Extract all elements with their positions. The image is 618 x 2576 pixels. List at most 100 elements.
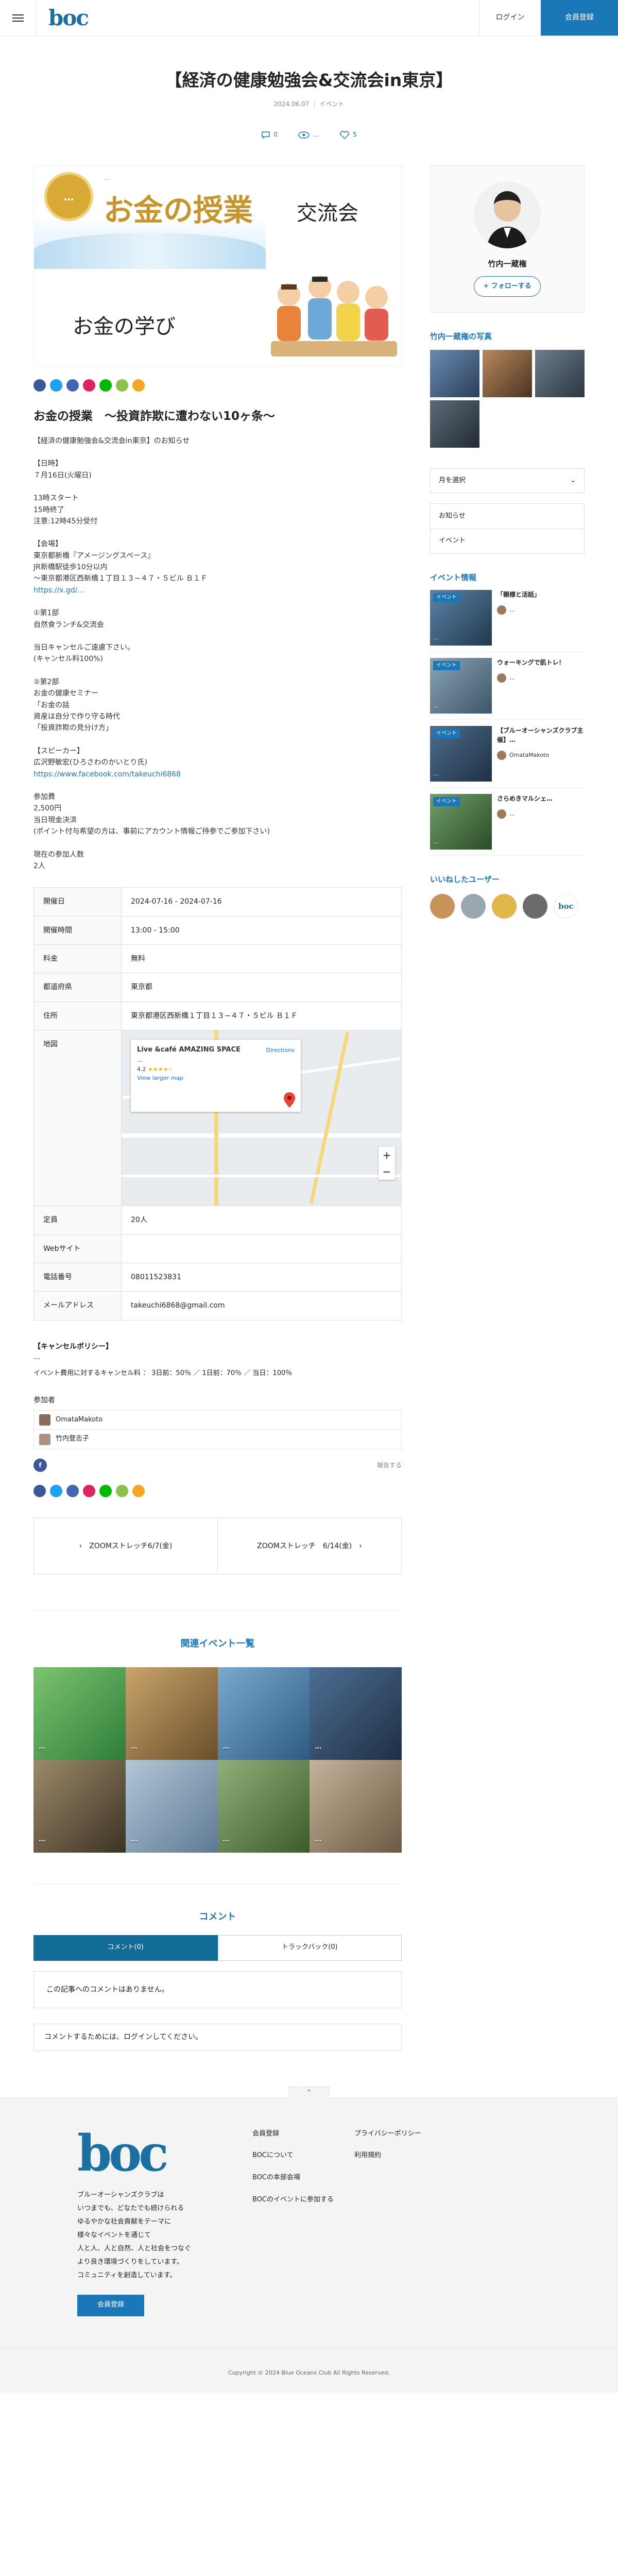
comments-login-note: コメントするためには、ログインしてください。: [33, 2024, 402, 2051]
avatar[interactable]: [430, 894, 455, 919]
hatena-share-icon[interactable]: [66, 1485, 79, 1498]
tab-comments[interactable]: コメント(0): [33, 1935, 218, 1961]
zoom-in-icon[interactable]: +: [379, 1147, 395, 1163]
avatar[interactable]: boc: [554, 894, 578, 919]
photo-thumb[interactable]: [535, 350, 585, 398]
page-meta: 2024.06.07 | イベント: [273, 100, 345, 108]
map-larger-link[interactable]: View larger map: [137, 1075, 183, 1081]
hero-main-text: お金の授業: [104, 193, 253, 228]
post-category[interactable]: イベント: [319, 100, 344, 108]
related-grid: … … … … … … … …: [33, 1667, 402, 1853]
tab-trackbacks[interactable]: トラックバック(0): [217, 1935, 402, 1961]
footer-link[interactable]: 会員登録: [252, 2129, 334, 2140]
footer-logo[interactable]: boc: [77, 2128, 232, 2178]
cancel-policy-fees: イベント費用に対するキャンセル料 ： 3日前：50％ ／ 1日前：70％ ／ 当…: [33, 1369, 293, 1377]
chevron-right-icon: ›: [359, 1541, 362, 1550]
category-item[interactable]: お知らせ: [431, 504, 584, 529]
avatar[interactable]: [492, 894, 517, 919]
avatar: [497, 605, 506, 615]
photo-thumb[interactable]: [483, 350, 532, 398]
participant-item[interactable]: OmataMakoto: [33, 1410, 402, 1430]
pocket-share-icon[interactable]: [83, 1485, 95, 1498]
feedly-share-icon[interactable]: [116, 1485, 128, 1498]
avatar[interactable]: [523, 894, 547, 919]
login-button[interactable]: ログイン: [479, 0, 541, 36]
like-count[interactable]: 5: [339, 130, 357, 140]
footer-register-button[interactable]: 会員登録: [77, 2294, 144, 2316]
footer-link[interactable]: プライバシーポリシー: [354, 2129, 421, 2140]
event-item[interactable]: イベント… 「親様と活話」…: [430, 590, 585, 652]
page-header: 【経済の健康勉強会&交流会in東京】 2024.06.07 | イベント 0 … 5: [0, 36, 618, 155]
comment-count[interactable]: 0: [261, 130, 278, 140]
site-logo[interactable]: boc: [48, 1, 89, 35]
line-share-icon[interactable]: [99, 379, 112, 392]
photo-thumb[interactable]: [430, 400, 479, 448]
follow-button[interactable]: + フォローする: [474, 276, 541, 297]
avatar: [39, 1414, 50, 1426]
facebook-link[interactable]: https://www.facebook.com/takeuchi6868: [33, 770, 181, 778]
hatena-share-icon[interactable]: [66, 379, 79, 392]
comments-title: コメント: [33, 1883, 402, 1925]
hero-image: … … お金の授業 交流会 お金の学び: [33, 165, 402, 367]
twitter-share-icon[interactable]: [50, 379, 62, 392]
facebook-share-icon[interactable]: [33, 1485, 46, 1498]
back-to-top-icon[interactable]: ⌃: [288, 2086, 330, 2098]
table-row: 都道府県 東京都: [33, 973, 402, 1002]
event-item[interactable]: イベント… さらめきマルシェ……: [430, 794, 585, 856]
map-pin-icon: [284, 1092, 295, 1108]
facebook-icon[interactable]: f: [33, 1459, 47, 1472]
article-paragraph: 【スピーカー】 広沢野敏宏(ひろさわのかいとり氏) https://www.fac…: [33, 747, 181, 778]
author-name[interactable]: 竹内一蔵権: [431, 258, 584, 270]
twitter-share-icon[interactable]: [50, 1485, 62, 1498]
event-item[interactable]: イベント… 【ブルーオーシャンズクラブ主催】… OmataMakoto: [430, 726, 585, 788]
photo-thumb[interactable]: [430, 350, 479, 398]
related-item[interactable]: …: [217, 1667, 310, 1760]
footer-link[interactable]: BOCの本部会場: [252, 2173, 334, 2183]
zoom-out-icon[interactable]: −: [379, 1163, 395, 1180]
related-item[interactable]: …: [125, 1759, 218, 1853]
register-button[interactable]: 会員登録: [541, 0, 618, 36]
table-row: 電話番号 08011523831: [33, 1263, 402, 1292]
footer-link[interactable]: 利用規約: [354, 2150, 421, 2161]
post-counts: 0 … 5: [0, 130, 618, 140]
line-share-icon[interactable]: [99, 1485, 112, 1498]
avatar[interactable]: [461, 894, 486, 919]
avatar: [39, 1433, 50, 1445]
avatar[interactable]: [474, 181, 541, 249]
pocket-share-icon[interactable]: [83, 379, 95, 392]
footer-link[interactable]: BOCのイベントに参加する: [252, 2195, 334, 2206]
avatar: [497, 809, 506, 819]
related-item[interactable]: …: [217, 1759, 310, 1853]
event-item[interactable]: イベント… ウォーキングで肌トレ！…: [430, 658, 585, 720]
month-select[interactable]: 月を選択 ⌄: [430, 468, 585, 494]
article-paragraph: 当日キャンセルご遠慮下さい。 (キャンセル料100%): [33, 643, 134, 664]
short-link[interactable]: https://x.gd/…: [33, 586, 84, 595]
feedly-share-icon[interactable]: [116, 379, 128, 392]
table-row: 開催日 2024-07-16 - 2024-07-16: [33, 887, 402, 917]
event-list: イベント… 「親様と活話」… イベント… ウォーキングで肌トレ！… イベント… …: [430, 590, 585, 856]
next-post-link[interactable]: ZOOMストレッチ 6/14(金) ›: [217, 1518, 401, 1574]
embedded-map[interactable]: Live &café AMAZING SPACE … 4.2 ★★★★☆ Vie…: [122, 1030, 401, 1206]
related-item[interactable]: …: [310, 1667, 402, 1760]
facebook-share-icon[interactable]: [33, 379, 46, 392]
table-row: 住所 東京都港区西新橋１丁目１３−４７・５ビル Ｂ１Ｆ: [33, 1001, 402, 1031]
prev-post-link[interactable]: ‹ ZOOMストレッチ6/7(金): [34, 1518, 217, 1574]
participants-label: 参加者: [33, 1396, 55, 1404]
related-item[interactable]: …: [125, 1667, 218, 1760]
event-tag: イベント: [433, 661, 460, 671]
rss-share-icon[interactable]: [132, 1485, 145, 1498]
related-item[interactable]: …: [310, 1759, 402, 1853]
avatar: [497, 673, 506, 683]
report-link[interactable]: 報告する: [377, 1461, 402, 1470]
participant-item[interactable]: 竹内登志子: [33, 1430, 402, 1450]
hamburger-menu-icon[interactable]: [0, 0, 36, 36]
rss-share-icon[interactable]: [132, 379, 145, 392]
category-item[interactable]: イベント: [431, 529, 584, 553]
content-layout: … … お金の授業 交流会 お金の学び お金の授業 ～投資詐欺に遭わない10ヶ条…: [33, 155, 585, 2051]
related-item[interactable]: …: [33, 1667, 126, 1760]
footer-link[interactable]: BOCについて: [252, 2150, 334, 2161]
map-directions-link[interactable]: Directions: [266, 1046, 295, 1055]
related-item[interactable]: …: [33, 1759, 126, 1853]
map-rating: 4.2: [137, 1065, 146, 1073]
post-date: 2024.06.07: [273, 100, 310, 108]
